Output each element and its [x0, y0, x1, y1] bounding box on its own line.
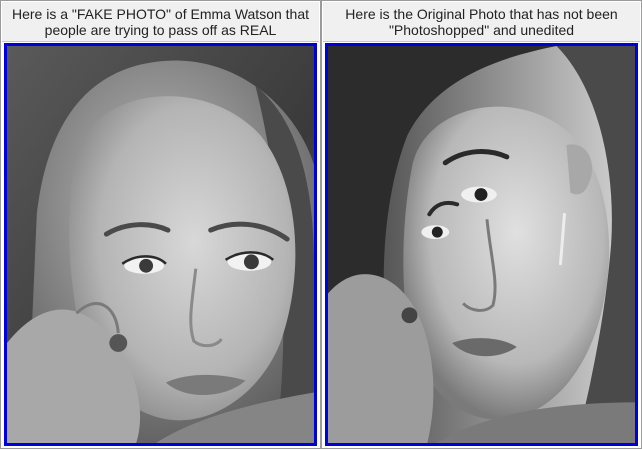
original-photo-portrait[interactable]	[328, 46, 635, 443]
fake-photo-portrait[interactable]	[7, 46, 314, 443]
fake-photo-frame[interactable]	[4, 43, 317, 446]
caption-line-1: Here is the Original Photo that has not …	[345, 6, 618, 22]
original-photo-frame[interactable]	[325, 43, 638, 446]
caption-line-1: Here is a "FAKE PHOTO" of Emma Watson th…	[11, 6, 310, 22]
caption-line-2: people are trying to pass off as REAL	[44, 22, 277, 38]
fake-photo-panel: Here is a "FAKE PHOTO" of Emma Watson th…	[0, 0, 321, 449]
original-photo-panel: Here is the Original Photo that has not …	[321, 0, 642, 449]
original-photo-caption: Here is the Original Photo that has not …	[323, 2, 640, 42]
comparison-table: Here is a "FAKE PHOTO" of Emma Watson th…	[0, 0, 642, 450]
caption-line-2: "Photoshopped" and unedited	[388, 22, 575, 38]
fake-photo-caption: Here is a "FAKE PHOTO" of Emma Watson th…	[2, 2, 319, 42]
